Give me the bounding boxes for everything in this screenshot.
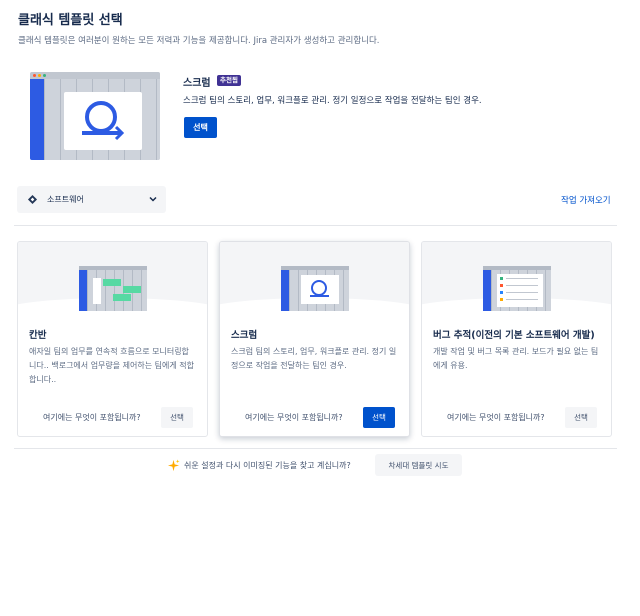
chevron-down-icon xyxy=(149,196,157,202)
bug-tracking-preview-image xyxy=(482,266,551,311)
scrum-cycle-icon xyxy=(309,280,329,297)
template-description: 스크럼 팀의 스토리, 업무, 워크플로 관리. 정기 일정으로 작업을 전달하… xyxy=(231,347,397,370)
scrum-preview-image xyxy=(280,266,349,311)
recommended-badge: 추천됨 xyxy=(217,75,241,86)
jira-software-icon xyxy=(27,194,38,205)
kanban-preview-image xyxy=(78,266,147,311)
template-name: 칸반 xyxy=(29,330,47,341)
whats-included-link[interactable]: 여기에는 무엇이 포함됩니까? xyxy=(447,412,545,423)
category-dropdown-label: 소프트웨어 xyxy=(47,195,84,204)
page-title: 클래식 템플릿 선택 xyxy=(18,13,123,28)
select-button[interactable]: 선택 xyxy=(363,407,395,428)
scrum-cycle-icon xyxy=(82,101,125,141)
featured-template-preview xyxy=(30,72,160,160)
featured-template-name: 스크럼 xyxy=(183,78,211,89)
featured-template-description: 스크럼 팀의 스토리, 업무, 워크플로 관리. 정기 일정으로 작업을 전달하… xyxy=(183,96,482,106)
template-card-kanban[interactable]: 칸반 애자일 팀의 업무를 연속적 흐름으로 모니터링합니다.. 백로그에서 업… xyxy=(17,241,208,437)
whats-included-link[interactable]: 여기에는 무엇이 포함됩니까? xyxy=(43,412,141,423)
select-button[interactable]: 선택 xyxy=(565,407,597,428)
try-next-gen-button[interactable]: 차세대 템플릿 시도 xyxy=(375,454,462,476)
page-subtitle: 클래식 템플릿은 여러분이 원하는 모든 저력과 기능을 제공합니다. Jira… xyxy=(18,36,380,46)
divider xyxy=(14,225,617,226)
divider xyxy=(14,448,617,449)
template-card-scrum[interactable]: 스크럼 스크럼 팀의 스토리, 업무, 워크플로 관리. 정기 일정으로 작업을… xyxy=(219,241,410,437)
template-card-bug-tracking[interactable]: 버그 추적(이전의 기본 소프트웨어 개발) 개발 작업 및 버그 목록 관리.… xyxy=(421,241,612,437)
template-description: 개발 작업 및 버그 목록 관리. 보드가 필요 없는 팀에게 유용. xyxy=(433,347,599,370)
template-name: 버그 추적(이전의 기본 소프트웨어 개발) xyxy=(433,330,595,341)
featured-select-button[interactable]: 선택 xyxy=(184,117,217,138)
whats-included-link[interactable]: 여기에는 무엇이 포함됩니까? xyxy=(245,412,343,423)
select-button[interactable]: 선택 xyxy=(161,407,193,428)
next-gen-prompt: 쉬운 설정과 다시 이미징된 기능을 찾고 계십니까? xyxy=(184,461,351,470)
sparkle-icon xyxy=(167,459,180,472)
import-work-link[interactable]: 작업 가져오기 xyxy=(561,194,611,206)
category-dropdown[interactable]: 소프트웨어 xyxy=(17,186,166,213)
template-description: 애자일 팀의 업무를 연속적 흐름으로 모니터링합니다.. 백로그에서 업무량을… xyxy=(29,347,194,384)
template-name: 스크럼 xyxy=(231,330,258,341)
